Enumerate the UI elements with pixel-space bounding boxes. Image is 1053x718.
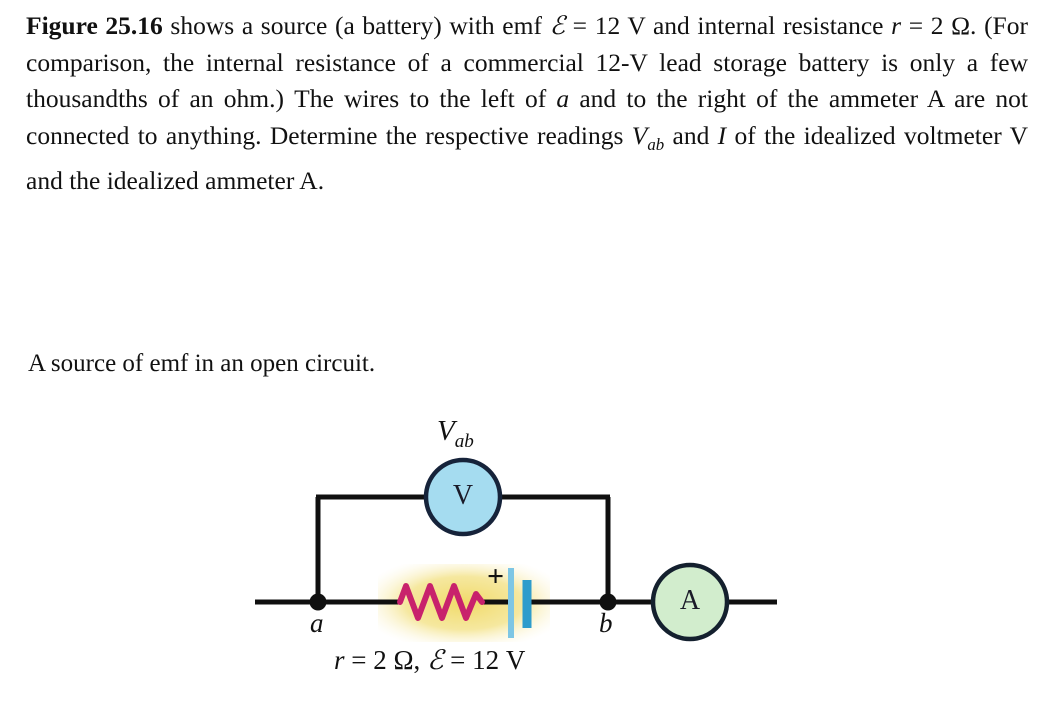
circuit-svg <box>255 457 777 642</box>
source-values-emf-symbol: ℰ <box>427 645 444 676</box>
source-values-label: r = 2 Ω, ℰ = 12 V <box>334 645 525 676</box>
problem-text-segment-2: = 12 V and internal resistance <box>565 11 892 40</box>
node-a-reference: a <box>556 84 570 113</box>
emf-symbol: ℰ <box>549 11 566 41</box>
voltmeter-reading-label: Vab <box>437 415 474 453</box>
node-b-label: b <box>599 608 613 638</box>
problem-text-segment-5: and <box>664 120 718 150</box>
current-symbol: I <box>717 120 727 150</box>
source-values-r-symbol: r <box>334 645 345 675</box>
voltmeter-reading-sub: ab <box>454 430 474 452</box>
voltmeter-reading-letter: V <box>437 415 455 447</box>
voltmeter-letter: V <box>452 480 474 511</box>
ammeter-letter: A <box>679 585 701 616</box>
figure-caption: A source of emf in an open circuit. <box>28 350 376 377</box>
problem-statement: Figure 25.16 shows a source (a battery) … <box>26 8 1028 200</box>
source-values-r-text: = 2 Ω, <box>344 645 428 675</box>
vab-reference-sub: ab <box>647 134 665 154</box>
source-values-emf-text: = 12 V <box>443 645 526 675</box>
vab-reference-letter: V <box>631 120 648 150</box>
circuit-diagram: V A + Vab a b r = 2 Ω, ℰ = 12 V <box>0 400 1053 718</box>
node-a-label: a <box>310 608 324 638</box>
battery-plus-sign: + <box>487 560 505 593</box>
problem-text-segment-1: shows a source (a battery) with emf <box>162 11 550 40</box>
vab-reference: Vab <box>631 120 664 154</box>
resistance-symbol: r <box>891 11 902 40</box>
figure-reference: Figure 25.16 <box>26 11 163 40</box>
